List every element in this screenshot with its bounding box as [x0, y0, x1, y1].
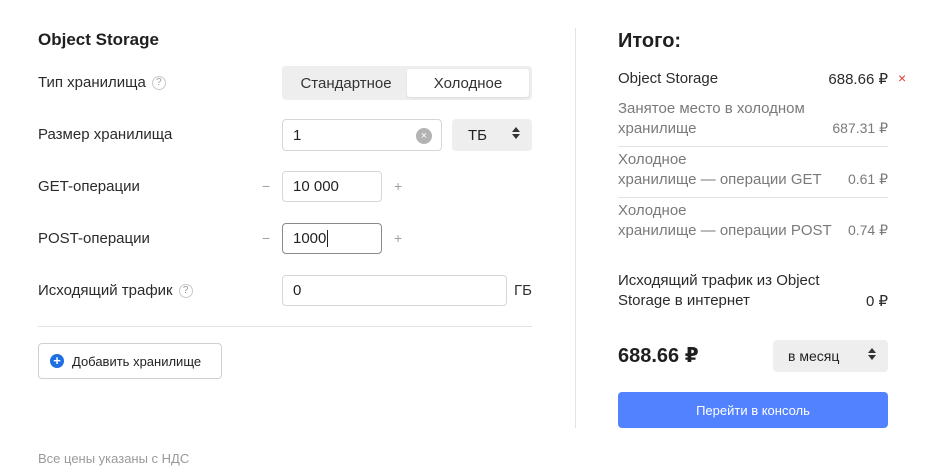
summary-subitem-line1: Холодное: [618, 202, 687, 219]
post-ops-increment-button[interactable]: +: [394, 230, 402, 246]
summary-subitem-price: 0.61 ₽: [847, 171, 888, 187]
add-storage-button[interactable]: + Добавить хранилище: [38, 343, 222, 379]
summary-subitem: Занятое место в холодном хранилище: [618, 99, 805, 139]
summary-subitem-line1: Занятое место в холодном: [618, 100, 805, 117]
section-title: Object Storage: [38, 30, 159, 49]
get-ops-increment-button[interactable]: +: [394, 178, 402, 194]
summary-subitem-price: 0.74 ₽: [847, 222, 888, 238]
storage-type-option-cold[interactable]: Холодное: [407, 69, 529, 97]
post-ops-decrement-button[interactable]: −: [262, 230, 270, 246]
summary-subitem-line1: Холодное: [618, 151, 687, 168]
storage-type-label: Тип хранилища ?: [38, 74, 166, 91]
storage-unit-value: ТБ: [468, 126, 488, 144]
post-ops-value: 1000: [293, 230, 327, 247]
get-ops-label: GET-операции: [38, 178, 140, 195]
clear-icon[interactable]: ×: [416, 128, 432, 144]
traffic-input[interactable]: 0: [282, 275, 507, 306]
panel-divider: [575, 28, 576, 428]
help-icon[interactable]: ?: [178, 283, 193, 298]
get-ops-decrement-button[interactable]: −: [262, 178, 270, 194]
summary-traffic-price: 0 ₽: [865, 293, 888, 310]
text-cursor: [327, 230, 329, 247]
summary-title: Итого:: [618, 30, 682, 52]
summary-subitem-line2: хранилище: [618, 120, 697, 137]
add-storage-label: Добавить хранилище: [72, 353, 202, 369]
storage-type-label-text: Тип хранилища: [38, 74, 146, 91]
traffic-unit: ГБ: [514, 282, 532, 299]
divider: [38, 326, 532, 327]
post-ops-input[interactable]: 1000: [282, 223, 382, 254]
summary-item-label: Object Storage: [618, 70, 719, 87]
summary-item-price: 688.66 ₽: [828, 71, 888, 88]
summary-separator: [618, 146, 888, 147]
vat-note: Все цены указаны с НДС: [38, 451, 190, 466]
help-icon[interactable]: ?: [151, 75, 166, 90]
storage-size-input[interactable]: 1 ×: [282, 119, 442, 151]
get-ops-value: 10 000: [293, 178, 339, 195]
traffic-value: 0: [293, 282, 302, 299]
plus-circle-icon: +: [50, 354, 64, 368]
summary-subitem-price: 687.31 ₽: [832, 120, 888, 136]
period-value: в месяц: [788, 348, 840, 364]
sort-arrows-icon: [868, 348, 876, 360]
traffic-label: Исходящий трафик ?: [38, 282, 193, 299]
go-to-console-button[interactable]: Перейти в консоль: [618, 392, 888, 428]
total-price: 688.66 ₽: [618, 345, 699, 367]
period-select[interactable]: в месяц: [773, 340, 888, 372]
get-ops-input[interactable]: 10 000: [282, 171, 382, 202]
sort-arrows-icon: [512, 127, 520, 139]
traffic-label-text: Исходящий трафик: [38, 282, 173, 299]
close-icon[interactable]: ×: [898, 70, 906, 86]
storage-unit-select[interactable]: ТБ: [452, 119, 532, 151]
post-ops-label: POST-операции: [38, 230, 150, 247]
storage-size-value: 1: [293, 126, 302, 144]
summary-separator: [618, 197, 888, 198]
storage-type-switch[interactable]: Стандартное Холодное: [282, 66, 532, 100]
storage-size-label: Размер хранилища: [38, 126, 173, 143]
storage-type-option-standard[interactable]: Стандартное: [285, 69, 407, 97]
summary-traffic-line1: Исходящий трафик из Object: [618, 272, 820, 289]
